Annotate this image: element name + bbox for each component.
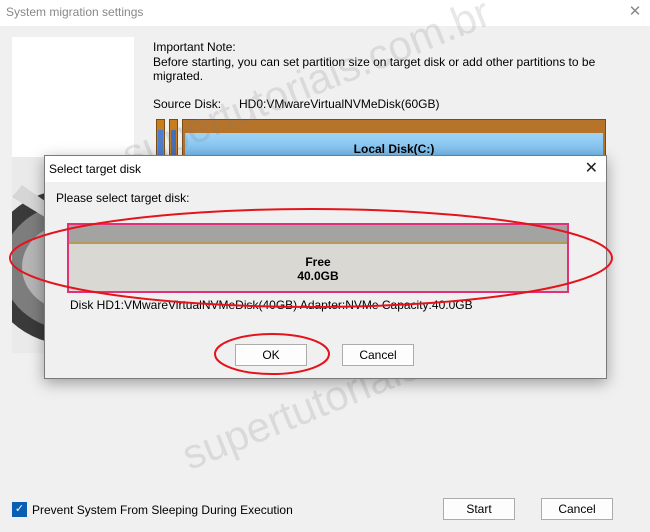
window-titlebar: System migration settings ✕: [0, 0, 650, 26]
source-disk-value: HD0:VMwareVirtualNVMeDisk(60GB): [239, 97, 440, 111]
dialog-title: Select target disk: [49, 162, 142, 176]
prevent-sleep-checkbox[interactable]: ✓: [12, 502, 27, 517]
cancel-button[interactable]: Cancel: [541, 498, 613, 520]
dialog-cancel-button[interactable]: Cancel: [342, 344, 414, 366]
source-partition-c-label: Local Disk(C:): [353, 142, 435, 156]
source-disk-label: Source Disk:: [153, 97, 222, 111]
target-disk-map[interactable]: Free 40.0GB: [67, 223, 569, 293]
target-disk-info: Disk HD1:VMwareVirtualNVMeDisk(40GB) Ada…: [70, 298, 473, 312]
select-target-disk-dialog: Select target disk ✕ Please select targe…: [44, 155, 607, 379]
close-icon[interactable]: ✕: [626, 3, 644, 21]
dialog-titlebar: Select target disk ✕: [45, 156, 606, 182]
start-button[interactable]: Start: [443, 498, 515, 520]
system-migration-window: System migration settings ✕ Important No…: [0, 0, 650, 532]
target-free-partition[interactable]: Free 40.0GB: [69, 255, 567, 283]
free-partition-size: 40.0GB: [297, 269, 339, 283]
window-title: System migration settings: [6, 5, 144, 19]
prevent-sleep-row[interactable]: ✓ Prevent System From Sleeping During Ex…: [12, 502, 293, 517]
target-disk-band: [69, 225, 567, 244]
free-partition-label: Free: [305, 255, 331, 269]
ok-button[interactable]: OK: [235, 344, 307, 366]
note-title: Important Note:: [153, 40, 236, 54]
note-text: Before starting, you can set partition s…: [153, 55, 596, 83]
dialog-close-icon[interactable]: ✕: [585, 158, 598, 178]
prevent-sleep-label: Prevent System From Sleeping During Exec…: [32, 502, 293, 517]
dialog-prompt: Please select target disk:: [56, 191, 190, 205]
